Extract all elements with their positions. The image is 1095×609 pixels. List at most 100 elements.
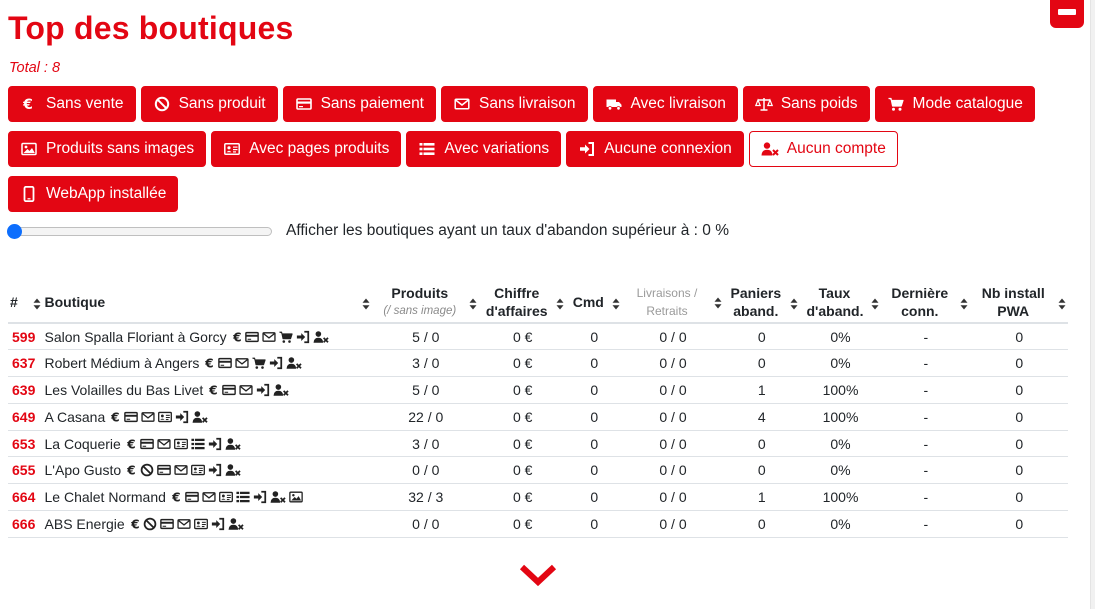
- table-row[interactable]: 649 A Casana € 22 / 0 0 € 0 0 / 0 4 100% …: [8, 403, 1068, 431]
- shop-name[interactable]: A Casana: [45, 409, 106, 425]
- cell-pwa: 0: [970, 403, 1068, 431]
- col-header-derniere[interactable]: Dernière conn.: [881, 281, 971, 324]
- sign-in-icon: [256, 382, 270, 398]
- sign-in-icon: [175, 409, 189, 425]
- table-row[interactable]: 655 L'Apo Gusto € 0 / 0 0 € 0 0 / 0 0 0% …: [8, 456, 1068, 485]
- cell-paniers: 0: [723, 456, 800, 485]
- slider-thumb[interactable]: [7, 223, 22, 239]
- shop-name[interactable]: Les Volailles du Bas Livet: [45, 382, 204, 398]
- cell-paniers: 1: [723, 483, 800, 512]
- svg-text:€: €: [205, 357, 214, 371]
- credit-card-icon: [245, 329, 260, 345]
- shop-name[interactable]: Robert Médium à Angers: [45, 355, 200, 371]
- table-row[interactable]: 653 La Coquerie € 3 / 0 0 € 0 0 / 0 0 0% …: [8, 430, 1068, 458]
- col-header-pwa[interactable]: Nb install PWA: [970, 281, 1068, 324]
- cell-paniers: 0: [723, 323, 800, 351]
- table-row[interactable]: 637 Robert Médium à Angers € 3 / 0 0 € 0 …: [8, 349, 1068, 378]
- cell-livraisons: 0 / 0: [622, 456, 724, 485]
- filter-button-sans-poids[interactable]: Sans poids: [742, 86, 870, 122]
- filter-label: WebApp installée: [46, 185, 167, 202]
- abandon-slider-group: Afficher les boutiques ayant un taux d'a…: [7, 222, 729, 240]
- sign-in-icon: [269, 355, 283, 371]
- envelope-icon: [174, 462, 188, 478]
- abandon-rate-slider[interactable]: [7, 223, 272, 239]
- col-header-cmd[interactable]: Cmd: [566, 281, 623, 324]
- shop-id[interactable]: 599: [8, 323, 43, 351]
- filter-button-mode-catalogue[interactable]: Mode catalogue: [874, 86, 1035, 122]
- col-header-paniers[interactable]: Paniers aband.: [723, 281, 800, 324]
- cell-taux: 0%: [799, 430, 882, 458]
- filter-button-webapp-install-e[interactable]: WebApp installée: [8, 176, 179, 212]
- euro-icon: €: [127, 436, 137, 452]
- col-header-taux[interactable]: Taux d'aband.: [799, 281, 882, 324]
- filter-button-avec-variations[interactable]: Avec variations: [406, 131, 562, 167]
- cell-produits: 0 / 0: [372, 510, 480, 538]
- filter-button-avec-pages-produits[interactable]: Avec pages produits: [211, 131, 402, 167]
- shop-name[interactable]: Le Chalet Normand: [45, 489, 166, 505]
- filter-button-aucune-connexion[interactable]: Aucune connexion: [566, 131, 744, 167]
- shop-id[interactable]: 639: [8, 376, 43, 404]
- cart-icon: [279, 329, 294, 345]
- col-header-livraisons[interactable]: Livraisons / Retraits: [622, 281, 724, 324]
- filter-button-sans-produit[interactable]: Sans produit: [140, 86, 278, 122]
- cell-derniere: -: [881, 430, 971, 458]
- table-row[interactable]: 599 Salon Spalla Floriant à Gorcy € 5 / 0…: [8, 323, 1068, 351]
- table-row[interactable]: 664 Le Chalet Normand € 32 / 3 0 € 0 0 / …: [8, 483, 1068, 512]
- cell-pwa: 0: [970, 323, 1068, 351]
- collapse-button[interactable]: [1050, 0, 1084, 28]
- col-header-num[interactable]: #: [8, 281, 43, 324]
- filter-label: Sans paiement: [320, 95, 424, 112]
- shop-id[interactable]: 653: [8, 430, 43, 458]
- shop-name[interactable]: L'Apo Gusto: [45, 462, 122, 478]
- cell-produits: 3 / 0: [372, 430, 480, 458]
- cell-livraisons: 0 / 0: [622, 403, 724, 431]
- credit-card-icon: [157, 462, 171, 478]
- col-header-produits[interactable]: Produits (/ sans image): [372, 281, 480, 324]
- cell-taux: 100%: [799, 376, 882, 404]
- envelope-icon: [141, 409, 155, 425]
- shop-id[interactable]: 655: [8, 456, 43, 485]
- filter-button-sans-paiement[interactable]: Sans paiement: [282, 86, 436, 122]
- filter-button-aucun-compte[interactable]: Aucun compte: [748, 131, 898, 167]
- mobile-icon: [20, 186, 38, 202]
- shop-name[interactable]: Salon Spalla Floriant à Gorcy: [45, 329, 227, 345]
- euro-icon: €: [20, 96, 38, 112]
- shop-id[interactable]: 637: [8, 349, 43, 378]
- table-row[interactable]: 666 ABS Energie € 0 / 0 0 € 0 0 / 0 0 0% …: [8, 510, 1068, 538]
- cell-taux: 0%: [799, 456, 882, 485]
- chevron-down-icon[interactable]: [519, 561, 557, 589]
- shop-cell: Robert Médium à Angers €: [42, 349, 373, 378]
- user-x-icon: [761, 141, 779, 157]
- cell-ca: 0 €: [479, 376, 567, 404]
- shop-status-icons: €: [205, 355, 302, 371]
- sign-in-icon: [253, 489, 267, 505]
- shop-id[interactable]: 649: [8, 403, 43, 431]
- user-x-icon: [270, 489, 286, 505]
- shop-status-icons: €: [131, 516, 245, 532]
- col-header-boutique[interactable]: Boutique: [42, 281, 373, 324]
- filter-button-avec-livraison[interactable]: Avec livraison: [592, 86, 738, 122]
- euro-icon: €: [233, 329, 243, 345]
- user-x-icon: [225, 436, 241, 452]
- shop-id[interactable]: 664: [8, 483, 43, 512]
- euro-icon: €: [209, 382, 219, 398]
- shop-name[interactable]: La Coquerie: [45, 436, 121, 452]
- credit-card-icon: [139, 436, 154, 452]
- cell-pwa: 0: [970, 483, 1068, 512]
- filter-button-produits-sans-images[interactable]: Produits sans images: [8, 131, 207, 167]
- shop-name[interactable]: ABS Energie: [45, 516, 125, 532]
- scrollbar[interactable]: [1090, 0, 1095, 609]
- cell-cmd: 0: [566, 349, 623, 378]
- cell-cmd: 0: [566, 376, 623, 404]
- col-header-ca[interactable]: Chiffre d'affaires: [479, 281, 567, 324]
- filter-button-sans-livraison[interactable]: Sans livraison: [441, 86, 588, 122]
- filter-button-sans-vente[interactable]: € Sans vente: [8, 86, 136, 122]
- table-row[interactable]: 639 Les Volailles du Bas Livet € 5 / 0 0 …: [8, 376, 1068, 404]
- credit-card-icon: [124, 409, 138, 425]
- sort-icon: [612, 296, 620, 309]
- cell-derniere: -: [881, 456, 971, 485]
- id-card-icon: [218, 489, 233, 505]
- user-x-icon: [286, 355, 302, 371]
- shop-id[interactable]: 666: [8, 510, 43, 538]
- list-icon: [418, 141, 436, 157]
